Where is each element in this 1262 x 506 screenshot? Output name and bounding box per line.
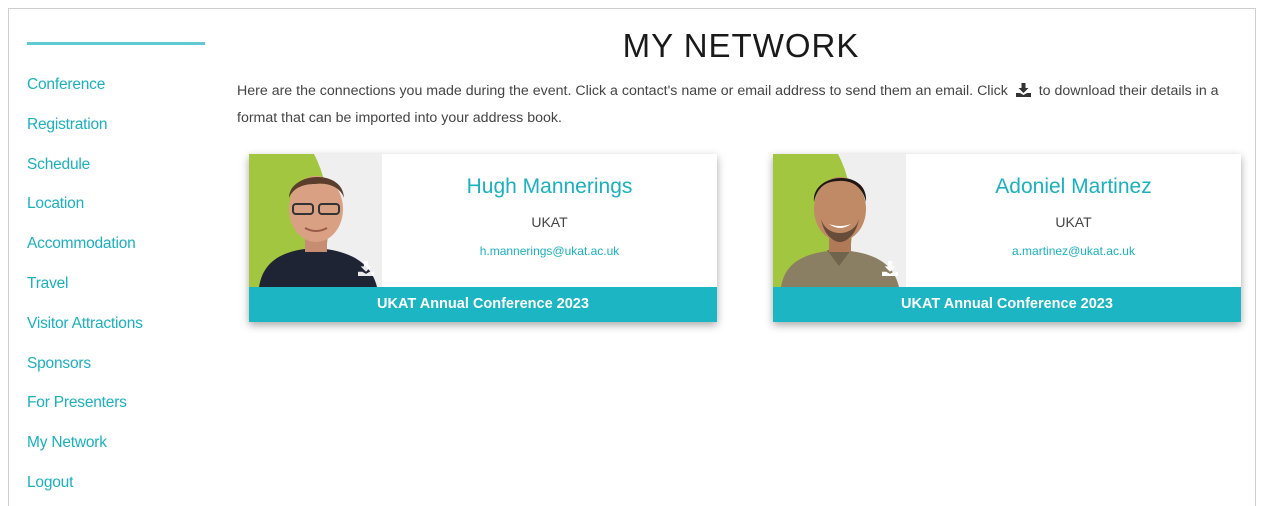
sidebar-divider bbox=[27, 42, 205, 45]
contact-photo bbox=[249, 154, 382, 287]
contact-name-link[interactable]: Hugh Mannerings bbox=[382, 175, 717, 199]
sidebar-nav: Conference Registration Schedule Locatio… bbox=[27, 75, 143, 506]
sidebar-item-for-presenters[interactable]: For Presenters bbox=[27, 393, 143, 433]
event-label: UKAT Annual Conference 2023 bbox=[249, 287, 717, 322]
sidebar-item-registration[interactable]: Registration bbox=[27, 115, 143, 155]
intro-text: Here are the connections you made during… bbox=[237, 79, 1237, 131]
sidebar-item-schedule[interactable]: Schedule bbox=[27, 155, 143, 195]
download-contact-icon[interactable] bbox=[358, 261, 374, 281]
sidebar-item-conference[interactable]: Conference bbox=[27, 75, 143, 115]
contact-organisation: UKAT bbox=[531, 214, 568, 230]
contact-email-link[interactable]: h.mannerings@ukat.ac.uk bbox=[382, 244, 717, 258]
download-icon bbox=[1015, 81, 1031, 106]
sidebar-item-sponsors[interactable]: Sponsors bbox=[27, 354, 143, 394]
contact-photo bbox=[773, 154, 906, 287]
contact-email-link[interactable]: a.martinez@ukat.ac.uk bbox=[906, 244, 1241, 258]
event-label: UKAT Annual Conference 2023 bbox=[773, 287, 1241, 322]
sidebar-item-my-network[interactable]: My Network bbox=[27, 433, 143, 473]
contact-organisation: UKAT bbox=[1055, 214, 1092, 230]
sidebar-item-location[interactable]: Location bbox=[27, 194, 143, 234]
contact-info: Hugh Mannerings UKAT h.mannerings@ukat.a… bbox=[382, 154, 717, 287]
sidebar-item-logout[interactable]: Logout bbox=[27, 473, 143, 506]
contact-name-link[interactable]: Adoniel Martinez bbox=[906, 175, 1241, 199]
contact-info: Adoniel Martinez UKAT a.martinez@ukat.ac… bbox=[906, 154, 1241, 287]
contact-card: Hugh Mannerings UKAT h.mannerings@ukat.a… bbox=[249, 154, 717, 322]
intro-text-part-1: Here are the connections you made during… bbox=[237, 83, 1008, 99]
sidebar-item-travel[interactable]: Travel bbox=[27, 274, 143, 314]
page-title: MY NETWORK bbox=[622, 27, 860, 64]
sidebar: Conference Registration Schedule Locatio… bbox=[27, 9, 207, 506]
download-contact-icon[interactable] bbox=[882, 261, 898, 281]
page-frame: Conference Registration Schedule Locatio… bbox=[8, 8, 1256, 506]
sidebar-item-accommodation[interactable]: Accommodation bbox=[27, 234, 143, 274]
sidebar-item-visitor-attractions[interactable]: Visitor Attractions bbox=[27, 314, 143, 354]
contact-card: Adoniel Martinez UKAT a.martinez@ukat.ac… bbox=[773, 154, 1241, 322]
main-content: MY NETWORK Here are the connections you … bbox=[227, 9, 1255, 506]
